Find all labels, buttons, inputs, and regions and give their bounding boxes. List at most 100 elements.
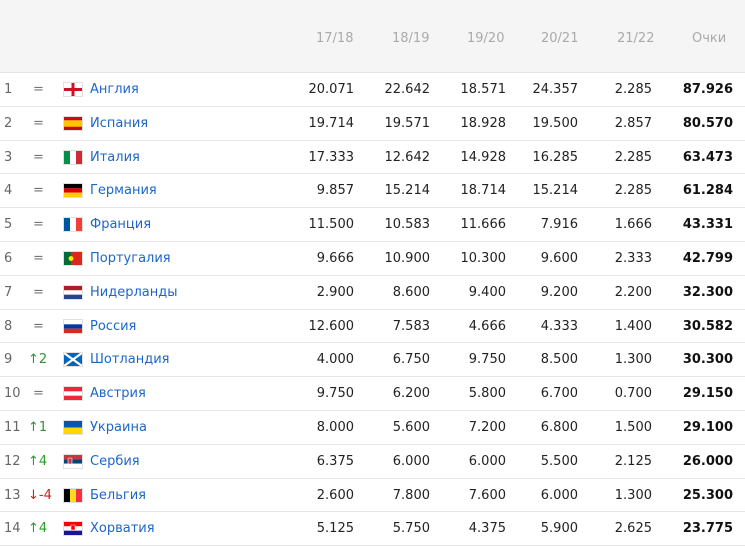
table-row: 8 = Россия 12.600 7.583 4.666 4.333 1.400 30.582 [0, 310, 745, 344]
season-21-22-cell: 2.285 [614, 82, 652, 97]
rank-cell: 7 [4, 284, 13, 300]
season-17-18-cell: 2.900 [316, 284, 354, 300]
rank-cell: 2 [4, 115, 13, 131]
season-19-20-cell: 10.300 [460, 250, 507, 266]
season-19-20-cell: 18.571 [460, 82, 507, 97]
country-link[interactable]: Англия [90, 82, 139, 97]
portugal-flag-icon [64, 251, 82, 265]
country-link[interactable]: Россия [90, 319, 136, 334]
total-points-cell: 25.300 [682, 487, 733, 503]
season-19-20-cell: 5.800 [468, 386, 506, 402]
rank-cell: 1 [4, 82, 13, 97]
table-row: 14 ↑4 Хорватия 5.125 5.750 4.375 5.900 2.625 23.… [0, 512, 745, 546]
season-17-18-cell: 8.000 [316, 419, 354, 435]
season-21-22-cell: 2.285 [614, 149, 652, 165]
rank-cell: 8 [4, 318, 13, 334]
country-link[interactable]: Хорватия [90, 521, 155, 536]
total-points-cell: 87.926 [682, 82, 733, 97]
season-21-22-cell: 2.285 [614, 183, 652, 199]
season-17-18-cell: 6.375 [316, 453, 354, 469]
season-17-18-cell: 9.666 [316, 250, 354, 266]
rank-cell: 12 [4, 453, 21, 469]
rank-change-cell: ↑1 [28, 419, 48, 435]
season-17-18-cell: 12.600 [308, 318, 355, 334]
serbia-flag-icon [64, 454, 82, 468]
season-20-21-cell: 6.700 [540, 386, 578, 402]
total-points-cell: 63.473 [682, 149, 733, 165]
france-flag-icon [64, 218, 82, 232]
spain-flag-icon [64, 116, 82, 130]
season-20-21-cell: 9.200 [540, 284, 578, 300]
country-link[interactable]: Шотландия [90, 352, 169, 367]
header-season-18-19[interactable]: 18/19 [392, 31, 429, 46]
season-20-21-cell: 5.900 [540, 521, 578, 537]
season-18-19-cell: 6.000 [392, 453, 430, 469]
season-17-18-cell: 20.071 [308, 82, 355, 97]
header-season-20-21[interactable]: 20/21 [541, 31, 578, 46]
country-link[interactable]: Сербия [90, 454, 140, 469]
rank-cell: 5 [4, 217, 13, 233]
rank-change-cell: = [33, 82, 44, 97]
season-21-22-cell: 2.333 [614, 250, 652, 266]
season-18-19-cell: 22.642 [384, 82, 431, 97]
header-season-17-18[interactable]: 17/18 [316, 31, 353, 46]
season-18-19-cell: 5.600 [392, 419, 430, 435]
header-total-points[interactable]: Очки [692, 31, 726, 46]
italy-flag-icon [64, 150, 82, 164]
total-points-cell: 32.300 [682, 284, 733, 300]
rank-cell: 9 [4, 352, 13, 368]
total-points-cell: 29.100 [682, 419, 733, 435]
country-link[interactable]: Португалия [90, 251, 171, 266]
country-link[interactable]: Австрия [90, 386, 146, 401]
austria-flag-icon [64, 387, 82, 401]
season-19-20-cell: 9.400 [468, 284, 506, 300]
croatia-flag-icon [64, 522, 82, 536]
season-17-18-cell: 11.500 [308, 217, 355, 233]
season-17-18-cell: 17.333 [308, 149, 355, 165]
total-points-cell: 80.570 [682, 115, 733, 131]
season-17-18-cell: 9.857 [316, 183, 354, 199]
season-20-21-cell: 9.600 [540, 250, 578, 266]
season-19-20-cell: 6.000 [468, 453, 506, 469]
season-20-21-cell: 7.916 [540, 217, 578, 233]
season-20-21-cell: 6.000 [540, 487, 578, 503]
season-20-21-cell: 6.800 [540, 419, 578, 435]
season-19-20-cell: 11.666 [460, 217, 507, 233]
table-row: 11 ↑1 Украина 8.000 5.600 7.200 6.800 1.500 29.1… [0, 411, 745, 445]
season-19-20-cell: 4.375 [468, 521, 506, 537]
season-21-22-cell: 2.125 [614, 453, 652, 469]
season-18-19-cell: 7.800 [392, 487, 430, 503]
table-row: 12 ↑4 Сербия 6.375 6.000 6.000 5.500 2.125 26.00… [0, 445, 745, 479]
header-season-21-22[interactable]: 21/22 [617, 31, 654, 46]
season-17-18-cell: 5.125 [316, 521, 354, 537]
country-link[interactable]: Бельгия [90, 488, 146, 503]
season-18-19-cell: 15.214 [384, 183, 431, 199]
country-link[interactable]: Италия [90, 150, 140, 165]
country-link[interactable]: Нидерланды [90, 285, 178, 300]
season-19-20-cell: 14.928 [460, 149, 507, 165]
season-20-21-cell: 19.500 [532, 115, 579, 131]
table-row: 4 = Германия 9.857 15.214 18.714 15.214 2.285 61… [0, 174, 745, 209]
season-20-21-cell: 16.285 [532, 149, 579, 165]
season-20-21-cell: 15.214 [532, 183, 579, 199]
rank-cell: 3 [4, 149, 13, 165]
country-link[interactable]: Германия [90, 183, 157, 198]
rank-cell: 4 [4, 183, 13, 199]
rank-change-cell: = [33, 284, 44, 300]
season-21-22-cell: 1.300 [614, 487, 652, 503]
season-20-21-cell: 5.500 [540, 453, 578, 469]
country-link[interactable]: Испания [90, 116, 148, 131]
header-season-19-20[interactable]: 19/20 [467, 31, 504, 46]
rank-cell: 11 [4, 419, 21, 435]
england-flag-icon [64, 83, 82, 96]
country-link[interactable]: Франция [90, 217, 151, 232]
uefa-coefficient-table: 17/18 18/19 19/20 20/21 21/22 Очки 1 = Анг… [0, 0, 745, 546]
total-points-cell: 23.775 [682, 521, 733, 537]
rank-change-cell: ↓-4 [28, 487, 52, 503]
rank-cell: 13 [4, 487, 21, 503]
country-link[interactable]: Украина [90, 420, 147, 435]
rank-cell: 6 [4, 250, 13, 266]
season-18-19-cell: 6.750 [392, 352, 430, 368]
season-18-19-cell: 19.571 [384, 115, 431, 131]
total-points-cell: 30.300 [682, 352, 733, 368]
